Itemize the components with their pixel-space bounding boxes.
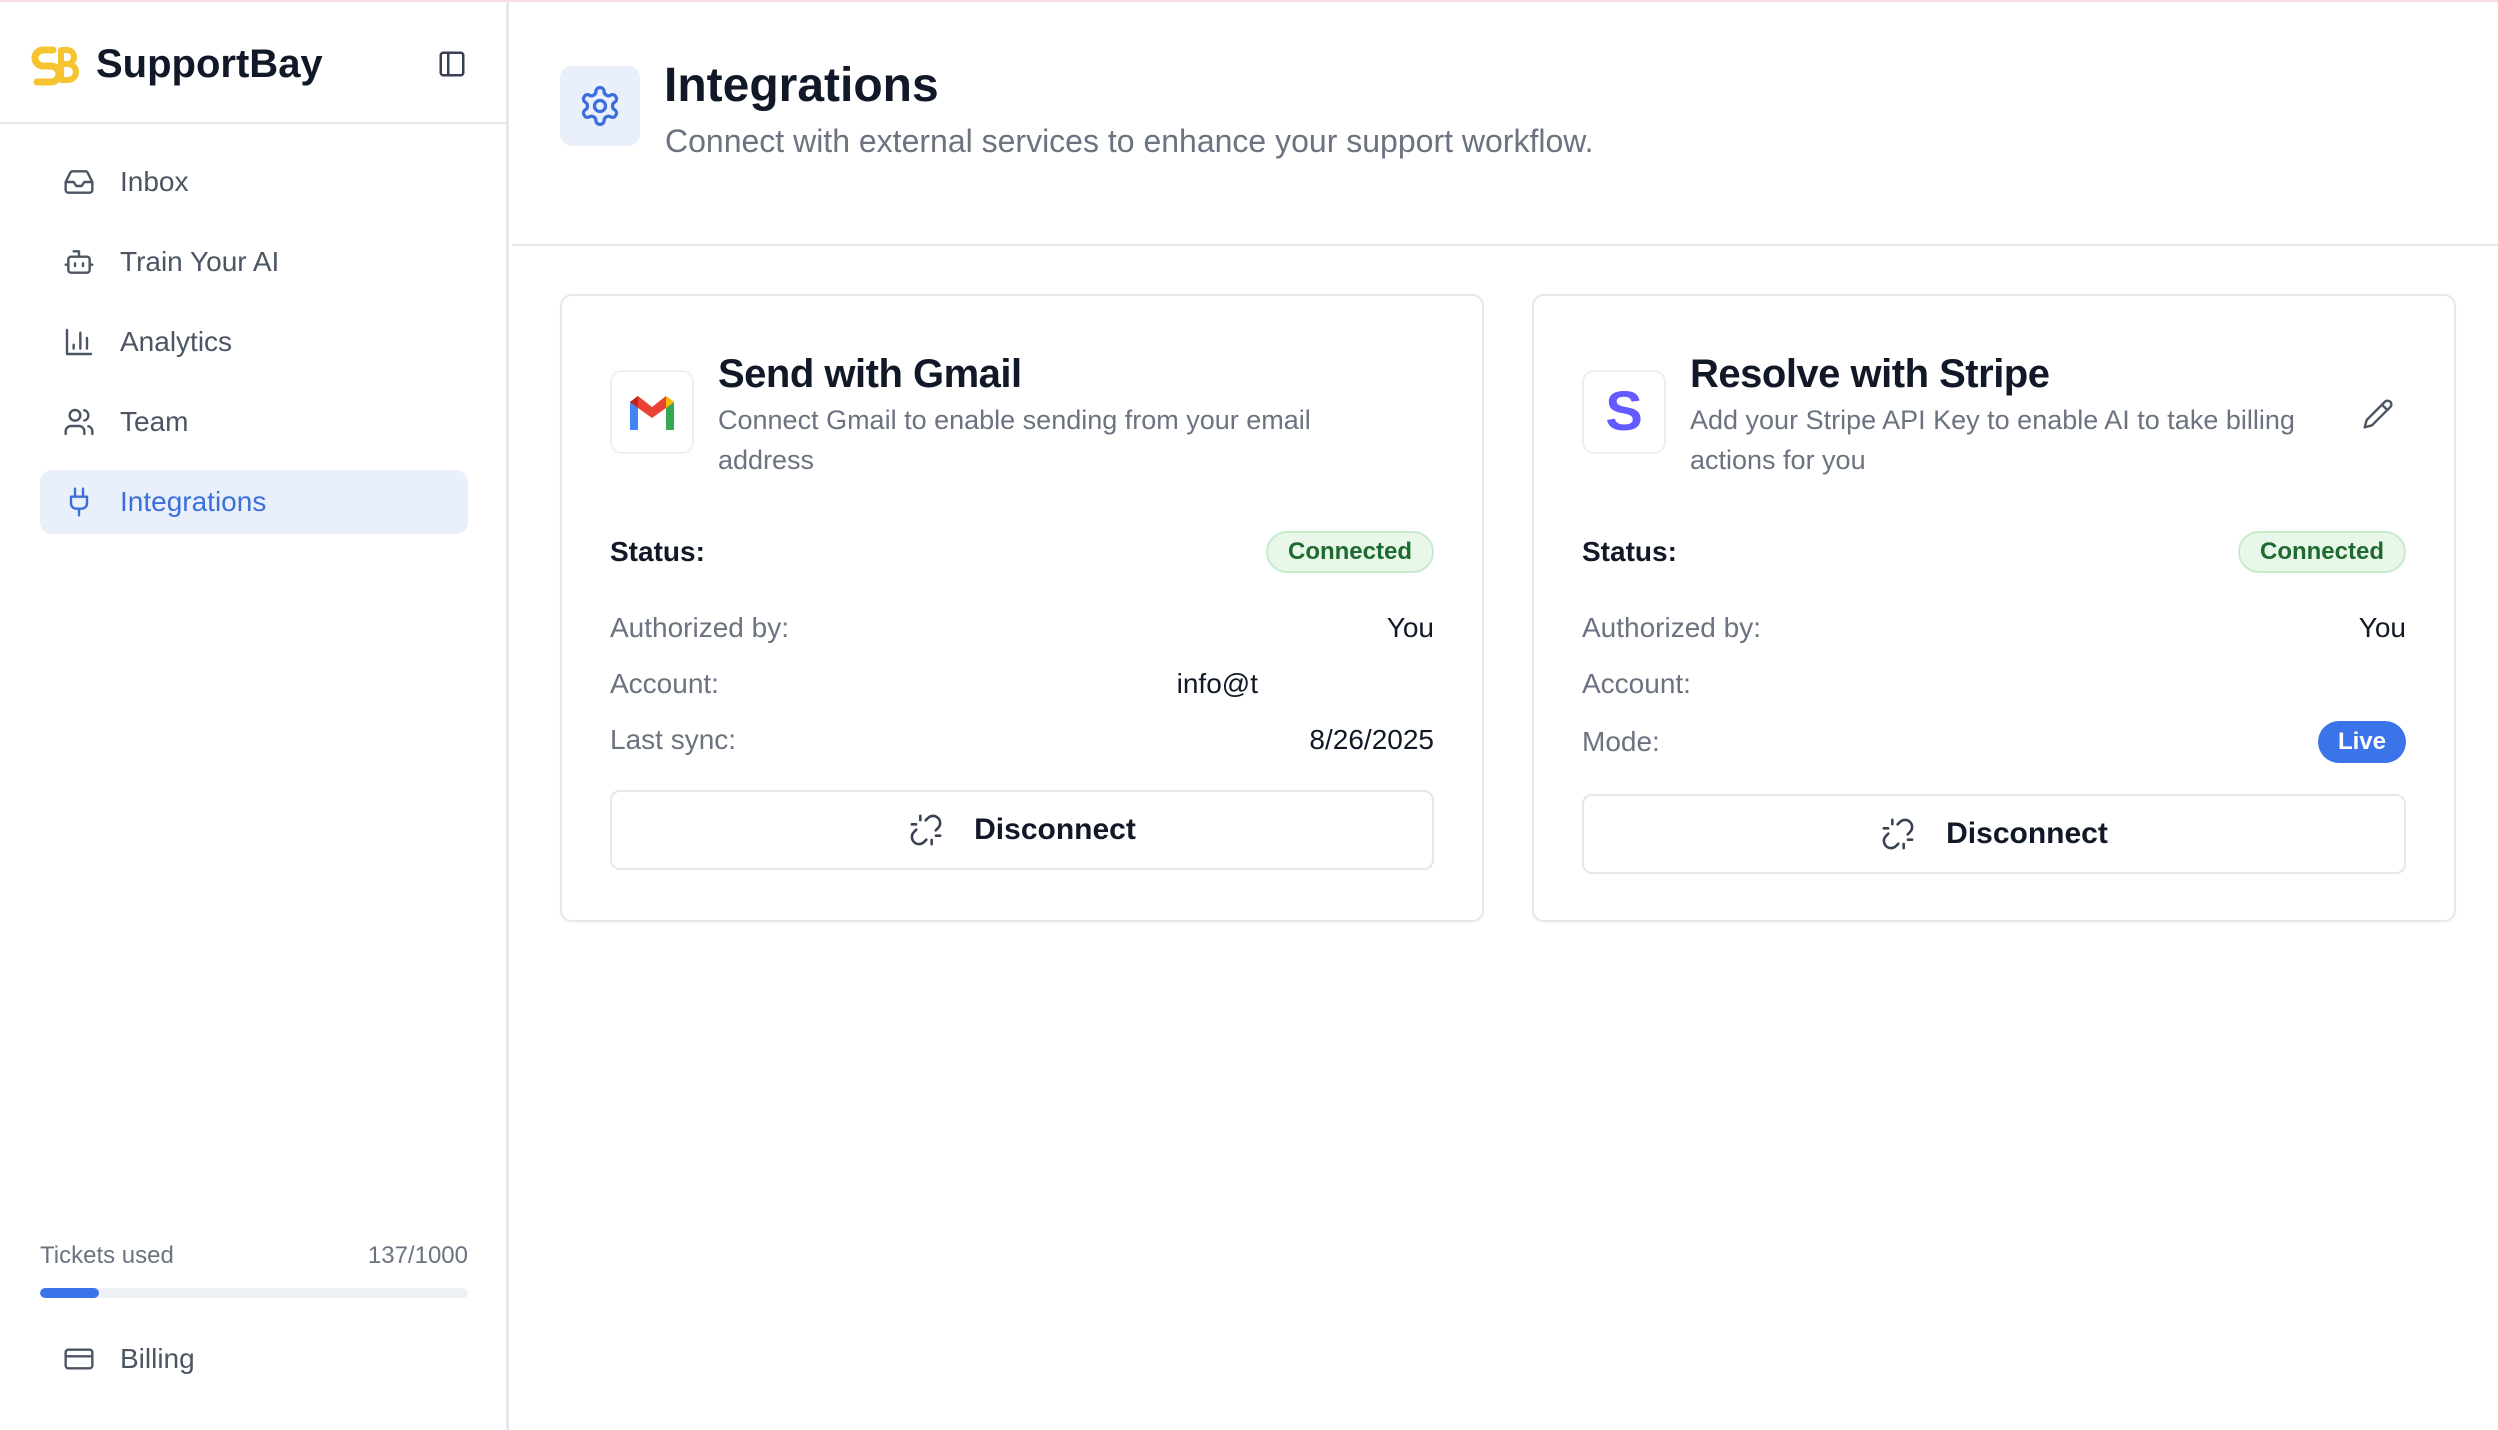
sidebar-item-label: Train Your AI [120, 246, 280, 277]
account-label: Account: [610, 668, 719, 699]
account-value: info@t [1176, 668, 1258, 699]
usage-progress-fill [40, 1288, 99, 1298]
account-label: Account: [1582, 668, 1691, 699]
bar-chart-icon [62, 325, 96, 359]
billing-label: Billing [120, 1343, 195, 1374]
stripe-account-row: Account: [1582, 664, 2406, 704]
gmail-card-description: Connect Gmail to enable sending from you… [718, 405, 1311, 475]
stripe-card-description: Add your Stripe API Key to enable AI to … [1690, 405, 2295, 475]
sidebar-item-inbox[interactable]: Inbox [40, 150, 468, 214]
authorized-by-label: Authorized by: [610, 612, 789, 643]
ticket-usage: Tickets used 137/1000 [40, 1242, 468, 1298]
sidebar-item-integrations[interactable]: Integrations [40, 470, 468, 534]
stripe-authorized-row: Authorized by: You [1582, 608, 2406, 648]
plug-icon [62, 485, 96, 519]
edit-stripe-key-button[interactable] [2358, 394, 2398, 434]
brand-name: SupportBay [96, 42, 323, 86]
disconnect-label: Disconnect [974, 813, 1136, 846]
status-label: Status: [610, 536, 705, 567]
credit-card-icon [62, 1342, 96, 1376]
stripe-status-row: Status: Connected [1582, 530, 2406, 574]
authorized-by-label: Authorized by: [1582, 612, 1761, 643]
sidebar-item-label: Integrations [120, 486, 267, 517]
gmail-card-title: Send with Gmail [718, 352, 1022, 396]
disconnect-label: Disconnect [1946, 817, 2108, 850]
brand-header: SupportBay [0, 2, 506, 124]
last-sync-label: Last sync: [610, 724, 737, 755]
sidebar-toggle-icon [439, 51, 465, 77]
usage-count: 137/1000 [367, 1242, 468, 1269]
stripe-logo-icon: S [1582, 370, 1666, 454]
gmail-last-sync-row: Last sync: 8/26/2025 [610, 720, 1434, 760]
gmail-authorized-row: Authorized by: You [610, 608, 1434, 648]
status-label: Status: [1582, 536, 1677, 567]
users-icon [62, 405, 96, 439]
svg-text:S: S [1605, 386, 1642, 438]
sidebar-item-analytics[interactable]: Analytics [40, 310, 468, 374]
status-badge: Connected [2237, 531, 2406, 573]
last-sync-value: 8/26/2025 [1309, 724, 1434, 755]
sidebar-nav: Inbox Train Your AI Analytics Team Integ… [40, 150, 468, 550]
sidebar-item-team[interactable]: Team [40, 390, 468, 454]
usage-label: Tickets used [40, 1242, 174, 1269]
main-content: Integrations Connect with external servi… [512, 2, 2498, 1430]
unlink-icon [908, 812, 944, 848]
gmail-integration-card: Send with Gmail Connect Gmail to enable … [560, 294, 1484, 922]
mode-badge: Live [2317, 721, 2406, 763]
page-title: Integrations [664, 59, 939, 112]
sidebar-item-label: Team [120, 406, 189, 437]
sidebar-toggle-button[interactable] [434, 46, 470, 82]
gmail-disconnect-button[interactable]: Disconnect [610, 790, 1434, 870]
authorized-by-value: You [1386, 612, 1434, 643]
sidebar-item-billing[interactable]: Billing [40, 1328, 468, 1390]
stripe-card-title: Resolve with Stripe [1690, 352, 2050, 396]
unlink-icon [1880, 816, 1916, 852]
stripe-disconnect-button[interactable]: Disconnect [1582, 794, 2406, 874]
stripe-mode-row: Mode: Live [1582, 720, 2406, 764]
gmail-account-row: Account: info@t [610, 664, 1434, 704]
supportbay-logo-icon [31, 46, 79, 86]
status-badge: Connected [1265, 531, 1434, 573]
sidebar-item-label: Analytics [120, 326, 233, 357]
pencil-icon [2363, 399, 2393, 429]
page-header: Integrations Connect with external servi… [512, 2, 2498, 246]
gmail-status-row: Status: Connected [610, 530, 1434, 574]
page-subtitle: Connect with external services to enhanc… [665, 123, 1594, 159]
gmail-logo-icon [610, 370, 694, 454]
usage-progress-bar [40, 1288, 468, 1298]
app-window: SupportBay Inbox Train Your AI Analytics… [0, 0, 2498, 1430]
sidebar-item-train-your-ai[interactable]: Train Your AI [40, 230, 468, 294]
settings-icon [560, 66, 640, 146]
mode-label: Mode: [1582, 726, 1660, 757]
stripe-integration-card: S Resolve with Stripe Add your Stripe AP… [1532, 294, 2456, 922]
sidebar-item-label: Inbox [120, 166, 189, 197]
authorized-by-value: You [2358, 612, 2406, 643]
inbox-icon [62, 165, 96, 199]
bot-icon [62, 245, 96, 279]
sidebar: SupportBay Inbox Train Your AI Analytics… [0, 2, 509, 1430]
